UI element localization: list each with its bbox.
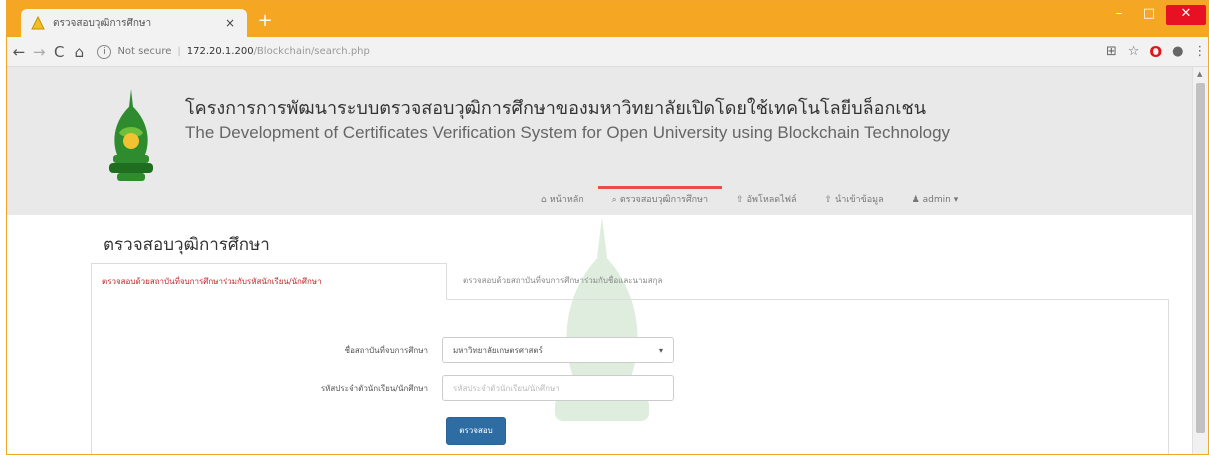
search-mode-tabs: ตรวจสอบด้วยสถาบันที่จบการศึกษาร่วมกับรหั… [91,263,1169,300]
maximize-button[interactable]: □ [1134,5,1164,25]
page-viewport: โครงการการพัฒนาระบบตรวจสอบวุฒิการศึกษาขอ… [7,67,1194,454]
menu-icon[interactable]: ⋮ [1192,44,1208,59]
page-title: ตรวจสอบวุฒิการศึกษา [103,235,270,255]
browser-window: ตรวจสอบวุฒิการศึกษา × + – □ ✕ ← → C ⌂ i … [6,0,1209,455]
site-title-thai: โครงการการพัฒนาระบบตรวจสอบวุฒิการศึกษาขอ… [185,98,927,119]
tab-search-by-name[interactable]: ตรวจสอบด้วยสถาบันที่จบการศึกษาร่วมกับชื่… [453,263,672,300]
student-id-label: รหัสประจำตัวนักเรียน/นักศึกษา [320,383,428,393]
opera-icon[interactable]: O [1148,43,1164,61]
account-icon[interactable]: ● [1170,44,1186,59]
verify-submit-button[interactable]: ตรวจสอบ [446,417,506,445]
security-label: Not secure [117,46,172,57]
scrollbar-thumb[interactable] [1196,83,1205,433]
site-header: โครงการการพัฒนาระบบตรวจสอบวุฒิการศึกษาขอ… [7,67,1194,215]
institution-selected-value: มหาวิทยาลัยเกษตรศาสตร์ [453,345,543,355]
tab-strip: ตรวจสอบวุฒิการศึกษา × + – □ ✕ [7,1,1208,37]
close-window-button[interactable]: ✕ [1166,5,1206,25]
nav-item-label: admin ▾ [922,195,959,205]
upload-icon: ⇧ [824,195,833,205]
home-icon[interactable]: ⌂ [71,41,87,63]
search-icon: ⌕ [611,195,617,205]
nav-item-import-data[interactable]: ⇧ นำเข้าข้อมูล [811,189,898,215]
main-nav: ⌂ หน้าหลัก ⌕ ตรวจสอบวุฒิการศึกษา ⇧ อัพโหลดไ… [527,186,973,215]
institution-select[interactable]: มหาวิทยาลัยเกษตรศาสตร์ ▾ [442,337,674,363]
vertical-scrollbar[interactable]: ▲ [1192,67,1208,454]
url-separator: | [177,46,181,57]
student-id-input[interactable] [442,375,674,401]
nav-item-upload-file[interactable]: ⇧ อัพโหลดไฟล์ [722,189,810,215]
new-tab-button[interactable]: + [255,11,275,31]
warning-favicon-icon [31,16,45,30]
scroll-up-icon[interactable]: ▲ [1197,70,1202,78]
institution-row: ชื่อสถาบันที่จบการศึกษา มหาวิทยาลัยเกษตร… [192,337,674,363]
dropdown-arrow-icon: ▾ [658,345,663,355]
minimize-button[interactable]: – [1104,5,1134,25]
nav-item-home[interactable]: ⌂ หน้าหลัก [527,189,598,215]
browser-toolbar: ← → C ⌂ i Not secure | 172.20.1.200 /Blo… [7,37,1208,67]
home-icon: ⌂ [541,195,547,205]
back-icon[interactable]: ← [11,41,27,63]
translate-icon[interactable]: ⊞ [1103,44,1119,59]
bookmark-star-icon[interactable]: ☆ [1126,44,1142,59]
info-icon[interactable]: i [97,44,112,59]
browser-tab[interactable]: ตรวจสอบวุฒิการศึกษา × [21,9,247,37]
upload-icon: ⇧ [736,195,744,205]
search-form-panel: ชื่อสถาบันที่จบการศึกษา มหาวิทยาลัยเกษตร… [91,299,1169,454]
nav-item-label: ตรวจสอบวุฒิการศึกษา [619,195,709,205]
institution-label: ชื่อสถาบันที่จบการศึกษา [344,345,428,355]
tab-close-icon[interactable]: × [223,16,237,30]
nav-item-verify[interactable]: ⌕ ตรวจสอบวุฒิการศึกษา [597,186,723,215]
address-bar[interactable]: i Not secure | 172.20.1.200 /Blockchain/… [97,40,1097,64]
nav-item-user-menu[interactable]: ♟ admin ▾ [898,189,973,215]
nav-item-label: นำเข้าข้อมูล [835,195,884,205]
student-id-row: รหัสประจำตัวนักเรียน/นักศึกษา [192,375,674,401]
url-path: /Blockchain/search.php [253,46,370,57]
university-logo-icon [109,89,153,181]
tab-search-by-student-id[interactable]: ตรวจสอบด้วยสถาบันที่จบการศึกษาร่วมกับรหั… [91,263,447,300]
nav-item-label: หน้าหลัก [549,195,584,205]
nav-item-label: อัพโหลดไฟล์ [746,195,797,205]
user-icon: ♟ [911,195,920,205]
site-title-english: The Development of Certificates Verifica… [185,123,951,142]
tab-title: ตรวจสอบวุฒิการศึกษา [53,17,152,29]
url-host: 172.20.1.200 [186,46,254,57]
forward-icon[interactable]: → [31,41,47,63]
reload-icon[interactable]: C [51,41,67,63]
